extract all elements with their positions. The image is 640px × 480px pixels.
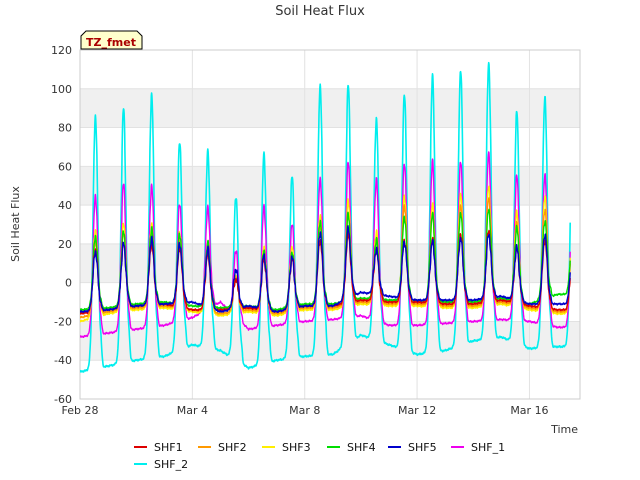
y-tick-label: 40 [58,199,72,212]
y-tick-label: 60 [58,160,72,173]
legend-item: SHF2 [198,441,247,454]
site-badge: TZ_fmet [80,30,143,50]
background-band [80,166,580,206]
legend-item: SHF4 [327,441,376,454]
legend-item: SHF1 [134,441,183,454]
soil-heat-flux-chart: Soil Heat Flux -60-40-20020406080100120 … [9,4,581,471]
legend-item: SHF_1 [451,441,505,454]
x-tick-label: Mar 12 [398,404,436,417]
legend-label: SHF_1 [471,441,505,454]
y-tick-label: 100 [51,83,72,96]
background-band [80,88,580,128]
site-badge-label: TZ_fmet [86,36,136,49]
y-axis-ticks: -60-40-20020406080100120 [51,44,72,406]
chart-title: Soil Heat Flux [275,4,365,19]
x-tick-label: Mar 16 [510,404,548,417]
legend-label: SHF2 [218,441,247,454]
x-tick-label: Feb 28 [62,404,99,417]
legend-label: SHF3 [282,441,311,454]
y-tick-label: 120 [51,44,72,57]
x-tick-label: Mar 4 [177,404,208,417]
legend-item: SHF5 [388,441,437,454]
legend-label: SHF5 [408,441,437,454]
y-tick-label: 0 [65,277,72,290]
y-tick-label: -20 [54,315,72,328]
legend: SHF1 SHF2 SHF3 SHF4 SHF5 SHF_1 SHF_2 [134,441,505,471]
legend-label: SHF4 [347,441,376,454]
legend-label: SHF1 [154,441,183,454]
y-tick-label: 80 [58,122,72,135]
y-tick-label: -40 [54,354,72,367]
legend-label: SHF_2 [154,458,188,471]
legend-item: SHF_2 [134,458,188,471]
legend-item: SHF3 [262,441,311,454]
x-axis-ticks: Feb 28 Mar 4 Mar 8 Mar 12 Mar 16 [62,404,549,417]
x-axis-label: Time [550,423,578,436]
x-tick-label: Mar 8 [289,404,320,417]
y-tick-label: 20 [58,238,72,251]
y-axis-label: Soil Heat Flux [9,186,22,262]
